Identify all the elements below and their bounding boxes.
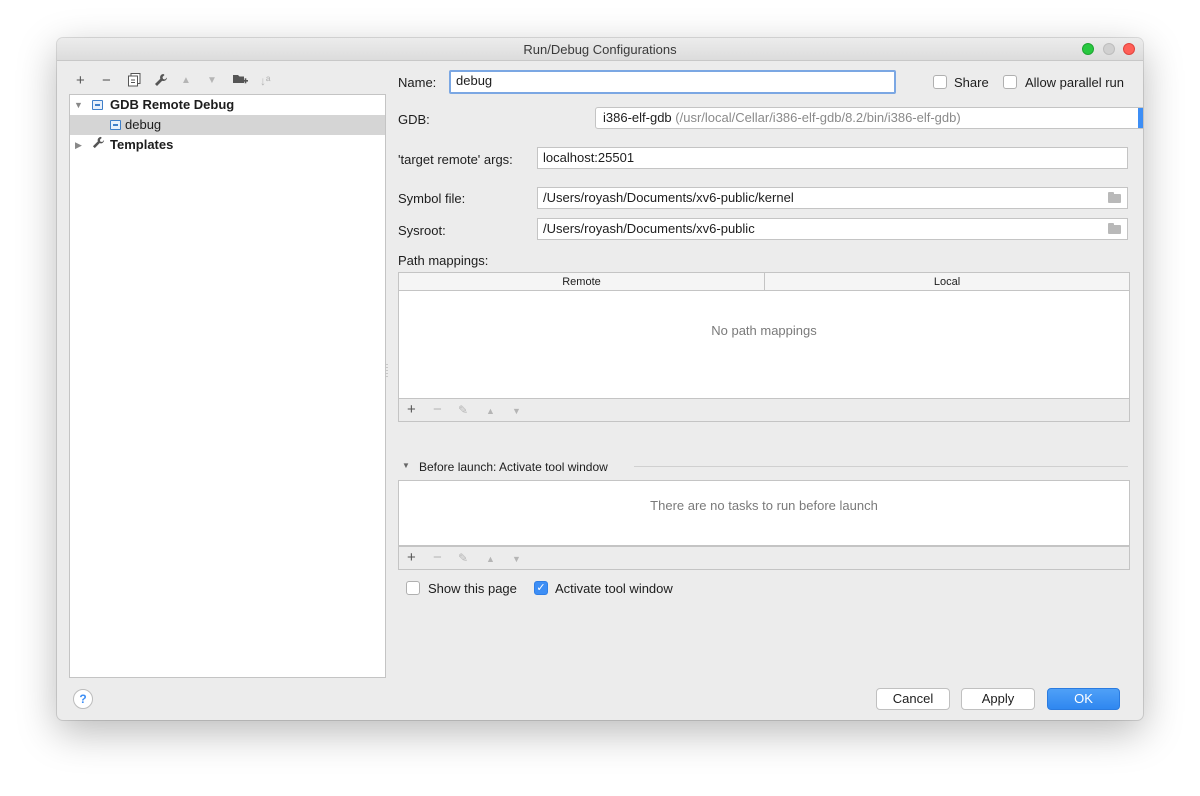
folder-add-icon[interactable] — [233, 73, 248, 91]
splitter-handle[interactable] — [386, 364, 388, 378]
wrench-icon[interactable] — [154, 73, 168, 91]
symbol-file-value: /Users/royash/Documents/xv6-public/kerne… — [543, 190, 794, 205]
path-mappings-toolbar: + − ✎ ▲ ▼ — [398, 398, 1130, 422]
tree-item-debug[interactable]: debug — [70, 115, 385, 135]
target-remote-label: 'target remote' args: — [398, 152, 513, 167]
gdb-config-icon — [92, 100, 103, 110]
show-page-checkbox[interactable] — [406, 581, 420, 595]
target-remote-input[interactable]: localhost:25501 — [537, 147, 1128, 169]
before-launch-list: There are no tasks to run before launch — [398, 480, 1130, 546]
collapse-section-icon[interactable]: ▼ — [402, 461, 410, 470]
gdb-config-icon — [110, 120, 121, 130]
allow-parallel-label: Allow parallel run — [1025, 75, 1124, 90]
move-down-task-button[interactable]: ▼ — [512, 550, 521, 568]
tree-group-label: Templates — [110, 137, 174, 152]
zoom-button[interactable] — [1082, 43, 1094, 55]
folder-icon[interactable] — [1108, 223, 1121, 234]
expand-arrow-icon[interactable]: ▼ — [74, 95, 83, 115]
column-header-remote[interactable]: Remote — [399, 273, 765, 291]
activate-tool-window-checkbox[interactable]: ✓ — [534, 581, 548, 595]
empty-path-mappings-text: No path mappings — [711, 323, 817, 338]
collapse-arrow-icon[interactable]: ▶ — [75, 135, 82, 155]
column-header-local[interactable]: Local — [765, 273, 1129, 291]
run-debug-configurations-window: Run/Debug Configurations + − ▲ ▼ ↓ª ▼ GD… — [57, 38, 1143, 720]
minimize-button[interactable] — [1103, 43, 1115, 55]
remove-configuration-button[interactable]: − — [102, 72, 111, 90]
gdb-select[interactable]: i386-elf-gdb (/usr/local/Cellar/i386-elf… — [595, 107, 1143, 129]
move-up-mapping-button[interactable]: ▲ — [486, 402, 495, 420]
cancel-button[interactable]: Cancel — [876, 688, 950, 710]
symbol-file-input[interactable]: /Users/royash/Documents/xv6-public/kerne… — [537, 187, 1128, 209]
move-down-button[interactable]: ▼ — [207, 72, 217, 90]
name-input[interactable]: debug — [449, 70, 896, 94]
tree-group-label: GDB Remote Debug — [110, 97, 235, 112]
show-page-label: Show this page — [428, 581, 517, 596]
move-up-task-button[interactable]: ▲ — [486, 550, 495, 568]
tree-group-gdb-remote-debug[interactable]: ▼ GDB Remote Debug — [70, 95, 385, 115]
select-stepper-icon[interactable]: ▲▼ — [1138, 108, 1143, 128]
gdb-label: GDB: — [398, 112, 430, 127]
add-configuration-button[interactable]: + — [76, 72, 85, 90]
remove-mapping-button[interactable]: − — [433, 401, 442, 419]
path-mappings-label: Path mappings: — [398, 253, 489, 268]
gdb-path: (/usr/local/Cellar/i386-elf-gdb/8.2/bin/… — [675, 110, 961, 125]
tree-item-label: debug — [125, 117, 162, 132]
activate-tool-window-label: Activate tool window — [555, 581, 673, 596]
before-launch-title: Before launch: Activate tool window — [419, 460, 608, 474]
sort-button[interactable]: ↓ª — [260, 72, 270, 90]
name-label: Name: — [398, 75, 437, 90]
folder-icon[interactable] — [1108, 192, 1121, 203]
edit-task-button[interactable]: ✎ — [458, 549, 468, 567]
close-button[interactable] — [1123, 43, 1135, 55]
copy-icon[interactable] — [128, 73, 141, 91]
ok-button[interactable]: OK — [1047, 688, 1120, 710]
move-up-button[interactable]: ▲ — [181, 72, 191, 90]
symbol-file-label: Symbol file: — [398, 191, 466, 206]
empty-tasks-text: There are no tasks to run before launch — [650, 498, 878, 513]
edit-mapping-button[interactable]: ✎ — [458, 401, 468, 419]
section-divider — [634, 466, 1128, 467]
tree-group-templates[interactable]: ▶ Templates — [70, 135, 385, 155]
wrench-icon — [92, 135, 105, 155]
sysroot-value: /Users/royash/Documents/xv6-public — [543, 221, 755, 236]
window-title: Run/Debug Configurations — [523, 42, 677, 57]
help-button[interactable]: ? — [73, 689, 93, 709]
add-task-button[interactable]: + — [407, 549, 416, 567]
add-mapping-button[interactable]: + — [407, 401, 416, 419]
configuration-tree: ▼ GDB Remote Debug debug ▶ Templates — [69, 94, 386, 678]
share-label: Share — [954, 75, 989, 90]
apply-button[interactable]: Apply — [961, 688, 1035, 710]
sysroot-input[interactable]: /Users/royash/Documents/xv6-public — [537, 218, 1128, 240]
title-bar: Run/Debug Configurations — [57, 38, 1143, 61]
sysroot-label: Sysroot: — [398, 223, 446, 238]
gdb-value: i386-elf-gdb — [603, 110, 672, 125]
move-down-mapping-button[interactable]: ▼ — [512, 402, 521, 420]
allow-parallel-checkbox[interactable] — [1003, 75, 1017, 89]
before-launch-toolbar: + − ✎ ▲ ▼ — [398, 546, 1130, 570]
remove-task-button[interactable]: − — [433, 549, 442, 567]
share-checkbox[interactable] — [933, 75, 947, 89]
